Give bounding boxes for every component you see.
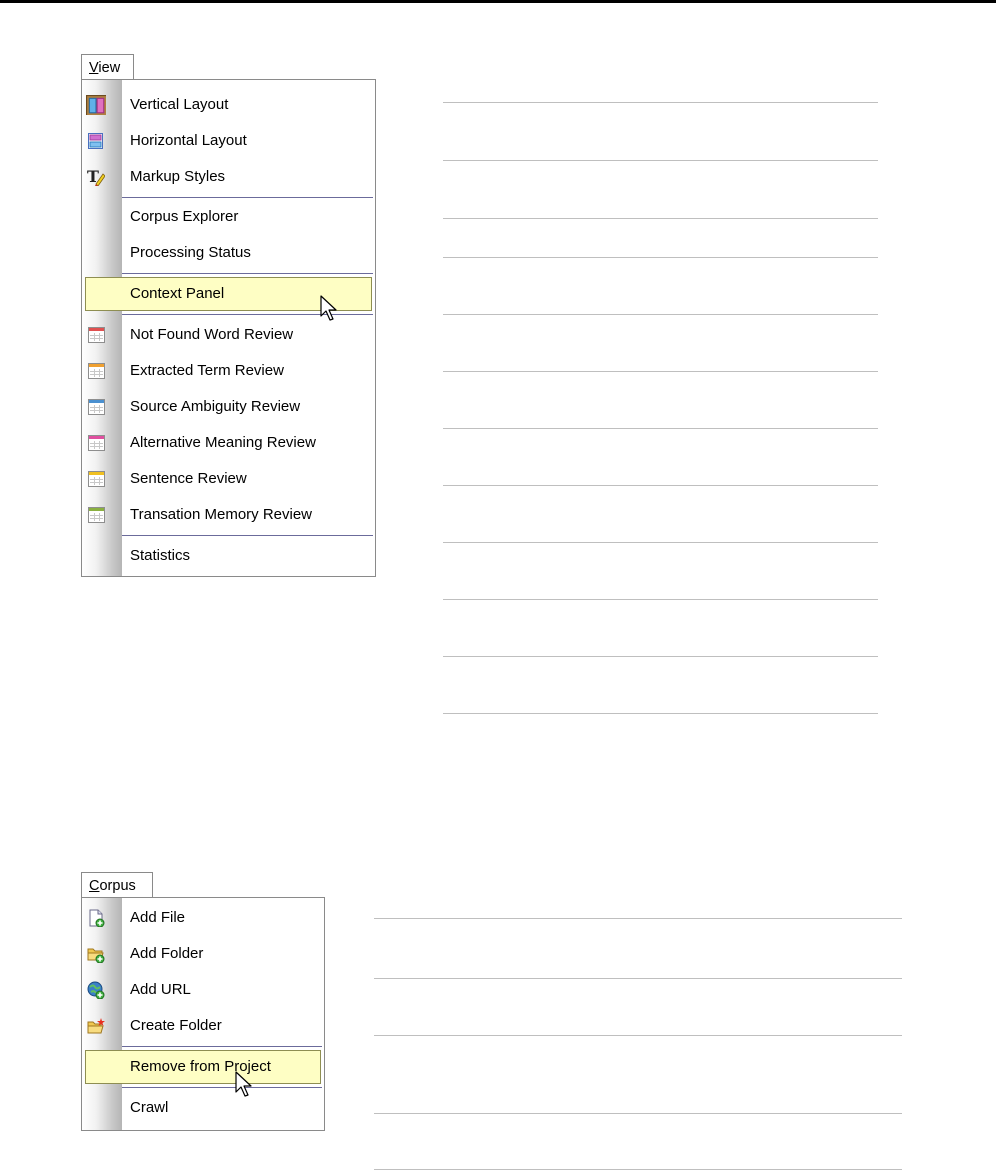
menu-item-label: Horizontal Layout — [130, 132, 247, 149]
guide-line — [443, 428, 878, 429]
guide-line — [443, 257, 878, 258]
corpus-menu-accelerator: C — [89, 878, 100, 894]
mouse-pointer-icon — [235, 1071, 252, 1097]
menu-item-label: Add Folder — [130, 945, 204, 962]
menu-separator — [122, 1046, 322, 1048]
guide-line — [443, 599, 878, 600]
menu-item-alternative-meaning-review[interactable]: Alternative Meaning Review — [82, 425, 375, 461]
view-menu-accelerator: V — [89, 60, 99, 76]
guide-line — [374, 1035, 902, 1036]
create-folder-icon — [87, 1018, 105, 1034]
menu-item-label: Crawl — [130, 1099, 169, 1116]
view-menu-title-rest: iew — [98, 60, 121, 76]
view-menu-popup: Vertical Layout Horizontal Layout T Mark… — [81, 79, 376, 577]
add-url-icon — [87, 981, 105, 999]
menu-item-add-file[interactable]: Add File — [82, 900, 324, 936]
menu-item-remove-from-project[interactable]: Remove from Project — [82, 1049, 324, 1085]
guide-line — [443, 102, 878, 103]
menu-item-label: Add File — [130, 909, 186, 926]
menu-item-transation-memory-review[interactable]: Transation Memory Review — [82, 497, 375, 533]
menu-item-add-folder[interactable]: Add Folder — [82, 936, 324, 972]
add-folder-icon — [87, 948, 105, 963]
guide-line — [443, 371, 878, 372]
markup-styles-icon: T — [87, 168, 105, 186]
menu-item-label: Extracted Term Review — [130, 362, 284, 379]
corpus-menu-title-rest: orpus — [99, 878, 136, 894]
mouse-pointer-icon — [320, 295, 337, 321]
menu-item-corpus-explorer[interactable]: Corpus Explorer — [82, 199, 375, 235]
menu-item-label: Source Ambiguity Review — [130, 398, 301, 415]
menu-item-sentence-review[interactable]: Sentence Review — [82, 461, 375, 497]
add-file-icon — [89, 909, 105, 927]
grid-blue-icon — [88, 399, 105, 415]
menu-item-horizontal-layout[interactable]: Horizontal Layout — [82, 123, 375, 159]
menu-separator — [122, 1087, 322, 1089]
horizontal-layout-icon — [88, 133, 103, 149]
menu-item-label: Add URL — [130, 981, 191, 998]
menu-item-statistics[interactable]: Statistics — [82, 538, 375, 574]
menu-item-label: Corpus Explorer — [130, 208, 239, 225]
menu-item-crawl[interactable]: Crawl — [82, 1090, 324, 1126]
menu-item-label: Transation Memory Review — [130, 506, 312, 523]
menu-item-extracted-term-review[interactable]: Extracted Term Review — [82, 353, 375, 389]
menu-item-label: Statistics — [130, 547, 191, 564]
grid-orange-icon — [88, 363, 105, 379]
menu-item-label: Vertical Layout — [130, 96, 229, 113]
guide-line — [443, 656, 878, 657]
menu-item-create-folder[interactable]: Create Folder — [82, 1008, 324, 1044]
menu-item-label: Markup Styles — [130, 168, 226, 185]
guide-line — [443, 542, 878, 543]
menu-item-label: Processing Status — [130, 244, 251, 261]
guide-line — [443, 160, 878, 161]
grid-pink-icon — [88, 435, 105, 451]
guide-line — [443, 713, 878, 714]
guide-line — [443, 218, 878, 219]
menu-item-source-ambiguity-review[interactable]: Source Ambiguity Review — [82, 389, 375, 425]
menu-item-markup-styles[interactable]: T Markup Styles — [82, 159, 375, 195]
menu-item-label: Sentence Review — [130, 470, 247, 487]
guide-line — [374, 978, 902, 979]
corpus-menu-title[interactable]: Corpus — [81, 872, 153, 898]
menu-separator — [122, 535, 373, 537]
guide-line — [374, 1113, 902, 1114]
guide-line — [443, 314, 878, 315]
menu-item-add-url[interactable]: Add URL — [82, 972, 324, 1008]
grid-yellow-icon — [88, 471, 105, 487]
menu-item-processing-status[interactable]: Processing Status — [82, 235, 375, 271]
corpus-menu-popup: Add File Add Folder Add URL Create Folde… — [81, 897, 325, 1131]
menu-item-label: Create Folder — [130, 1017, 222, 1034]
menu-item-vertical-layout[interactable]: Vertical Layout — [82, 87, 375, 123]
menu-item-label: Context Panel — [130, 285, 225, 302]
grid-green-icon — [88, 507, 105, 523]
view-menu-title[interactable]: View — [81, 54, 134, 80]
menu-separator — [122, 273, 373, 275]
top-rule — [0, 0, 996, 3]
grid-red-icon — [88, 327, 105, 343]
menu-item-label: Not Found Word Review — [130, 326, 294, 343]
guide-line — [374, 918, 902, 919]
menu-item-label: Alternative Meaning Review — [130, 434, 316, 451]
guide-line — [443, 485, 878, 486]
vertical-layout-icon — [86, 95, 106, 115]
